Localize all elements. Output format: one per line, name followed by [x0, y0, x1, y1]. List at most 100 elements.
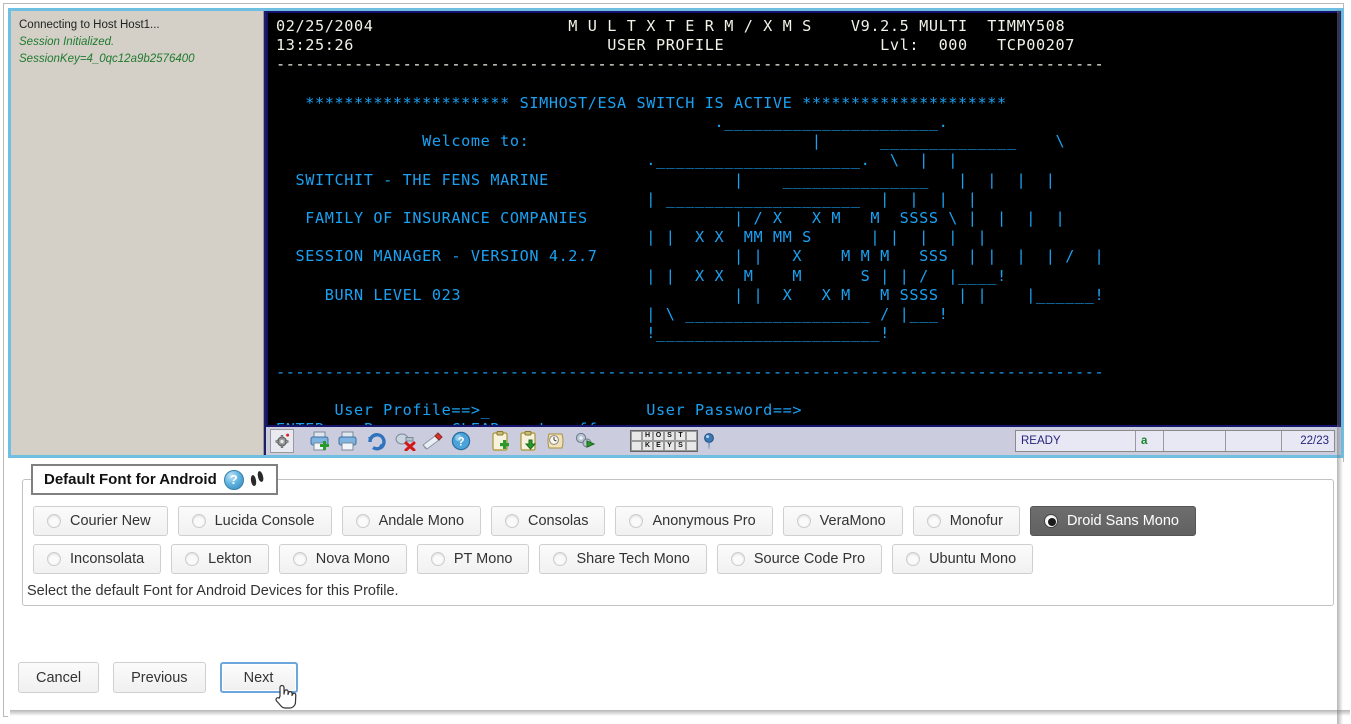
status-indicator: a	[1136, 431, 1164, 451]
font-option-monofur[interactable]: Monofur	[912, 506, 1020, 536]
printer-remove-icon[interactable]	[336, 429, 362, 453]
status-bar: READY a 22/23	[1015, 430, 1335, 452]
session-initialized-line: Session Initialized.	[19, 36, 115, 48]
host-keys-cell: T	[675, 431, 686, 441]
font-option-label: Source Code Pro	[753, 551, 866, 567]
font-option-veramono[interactable]: VeraMono	[782, 506, 903, 536]
host-keys-cell	[631, 441, 642, 451]
font-radio-group: Courier New Lucida Console Andale Mono C…	[33, 506, 1325, 582]
radio-dot-icon	[355, 514, 370, 528]
host-keys-cell	[686, 441, 697, 451]
font-option-inconsolata[interactable]: Inconsolata	[33, 544, 162, 574]
radio-dot-icon	[906, 552, 921, 566]
macro-icon[interactable]	[544, 429, 570, 453]
terminal-emulator-panel: Connecting to Host Host1... Session Init…	[8, 8, 1344, 458]
font-option-label: Nova Mono	[315, 551, 390, 567]
help-icon[interactable]: ?	[448, 429, 474, 453]
font-option-pt-mono[interactable]: PT Mono	[416, 544, 530, 574]
radio-dot-icon	[629, 514, 644, 528]
font-option-nova-mono[interactable]: Nova Mono	[278, 544, 407, 574]
radio-dot-icon	[553, 552, 568, 566]
status-blank-1	[1164, 431, 1226, 451]
host-keys-button[interactable]: H O S T K E Y S	[630, 430, 716, 452]
font-option-label: Ubuntu Mono	[929, 551, 1017, 567]
status-state: READY	[1016, 431, 1136, 451]
refresh-icon[interactable]	[364, 429, 390, 453]
terminal-screen[interactable]: 02/25/2004 M U L T X T E R M / X M S V9.…	[266, 11, 1341, 425]
font-option-droid-sans-mono[interactable]: Droid Sans Mono	[1029, 506, 1196, 536]
host-keys-cell	[686, 431, 697, 441]
host-keys-cell: O	[653, 431, 664, 441]
radio-dot-icon	[47, 552, 61, 566]
window-frame: Connecting to Host Host1... Session Init…	[3, 3, 1350, 724]
host-keys-row-2: K E Y S	[631, 441, 697, 451]
host-keys-cell	[631, 431, 642, 441]
font-option-label: VeraMono	[819, 513, 886, 529]
wizard-button-bar: Cancel Previous Next	[18, 662, 298, 693]
help-question-icon[interactable]: ?	[223, 469, 244, 490]
cancel-button[interactable]: Cancel	[18, 662, 100, 693]
connection-status-line: Connecting to Host Host1...	[19, 19, 160, 31]
font-option-courier-new[interactable]: Courier New	[33, 506, 168, 536]
terminal-toolbar: ? H O S T K E Y S READY a 22/23	[266, 425, 1341, 455]
font-option-label: Inconsolata	[70, 551, 145, 567]
settings-icon[interactable]	[270, 429, 294, 453]
printer-add-icon[interactable]	[308, 429, 334, 453]
wizard-dialog: Default Font for Android ? Courier New L…	[8, 462, 1344, 720]
terminal-screen-wrapper: 02/25/2004 M U L T X T E R M / X M S V9.…	[264, 11, 1341, 455]
radio-dot-icon	[430, 552, 445, 566]
window-shadow-bottom	[10, 710, 1350, 716]
font-option-source-code-pro[interactable]: Source Code Pro	[716, 544, 883, 574]
status-cursor-position: 22/23	[1300, 435, 1329, 447]
window-shadow-right	[1337, 10, 1343, 724]
font-option-label: Consolas	[528, 513, 589, 529]
edit-icon[interactable]	[420, 429, 446, 453]
host-keys-cell: H	[642, 431, 653, 441]
radio-dot-icon	[926, 514, 941, 528]
radio-dot-icon	[730, 552, 745, 566]
font-option-andale-mono[interactable]: Andale Mono	[341, 506, 482, 536]
radio-dot-icon	[1043, 514, 1058, 528]
clipboard-paste-icon[interactable]	[516, 429, 542, 453]
font-option-label: Andale Mono	[378, 513, 465, 529]
font-option-consolas[interactable]: Consolas	[491, 506, 606, 536]
previous-button[interactable]: Previous	[113, 662, 206, 693]
font-option-label: PT Mono	[453, 551, 513, 567]
clipboard-add-icon[interactable]	[488, 429, 514, 453]
host-keys-cell: Y	[664, 441, 675, 451]
font-option-anonymous-pro[interactable]: Anonymous Pro	[615, 506, 773, 536]
font-option-share-tech-mono[interactable]: Share Tech Mono	[539, 544, 707, 574]
host-keys-row-1: H O S T	[631, 431, 697, 441]
pushpin-icon	[702, 433, 716, 449]
page-title: Default Font for Android	[44, 471, 217, 488]
host-keys-grid: H O S T K E Y S	[630, 430, 698, 452]
font-option-ubuntu-mono[interactable]: Ubuntu Mono	[892, 544, 1034, 574]
svg-text:?: ?	[457, 437, 464, 449]
font-option-lucida-console[interactable]: Lucida Console	[177, 506, 332, 536]
disconnect-icon[interactable]	[392, 429, 418, 453]
font-option-label: Monofur	[949, 513, 1003, 529]
group-title-bar: Default Font for Android ?	[31, 464, 278, 495]
connection-log-pane: Connecting to Host Host1... Session Init…	[11, 11, 264, 455]
font-radio-row-1: Courier New Lucida Console Andale Mono C…	[33, 506, 1325, 536]
footsteps-icon[interactable]	[249, 470, 267, 489]
font-radio-row-2: Inconsolata Lekton Nova Mono PT Mono Sha…	[33, 544, 1325, 574]
font-option-label: Courier New	[70, 513, 151, 529]
next-button[interactable]: Next	[219, 662, 298, 693]
hint-text: Select the default Font for Android Devi…	[27, 583, 399, 599]
font-option-label: Lucida Console	[214, 513, 315, 529]
status-blank-2	[1226, 431, 1282, 451]
run-macro-icon[interactable]	[572, 429, 598, 453]
radio-dot-icon	[47, 514, 61, 528]
font-option-label: Lekton	[208, 551, 252, 567]
font-option-lekton[interactable]: Lekton	[171, 544, 269, 574]
terminal-screen-text: 02/25/2004 M U L T X T E R M / X M S V9.…	[276, 17, 1105, 425]
host-keys-cell: S	[675, 441, 686, 451]
radio-dot-icon	[191, 514, 206, 528]
host-keys-cell: S	[664, 431, 675, 441]
font-option-label: Droid Sans Mono	[1066, 513, 1179, 529]
host-keys-cell: K	[642, 441, 653, 451]
radio-dot-icon	[796, 514, 811, 528]
font-option-label: Anonymous Pro	[652, 513, 756, 529]
session-key-line: SessionKey=4_0qc12a9b2576400	[19, 53, 195, 65]
